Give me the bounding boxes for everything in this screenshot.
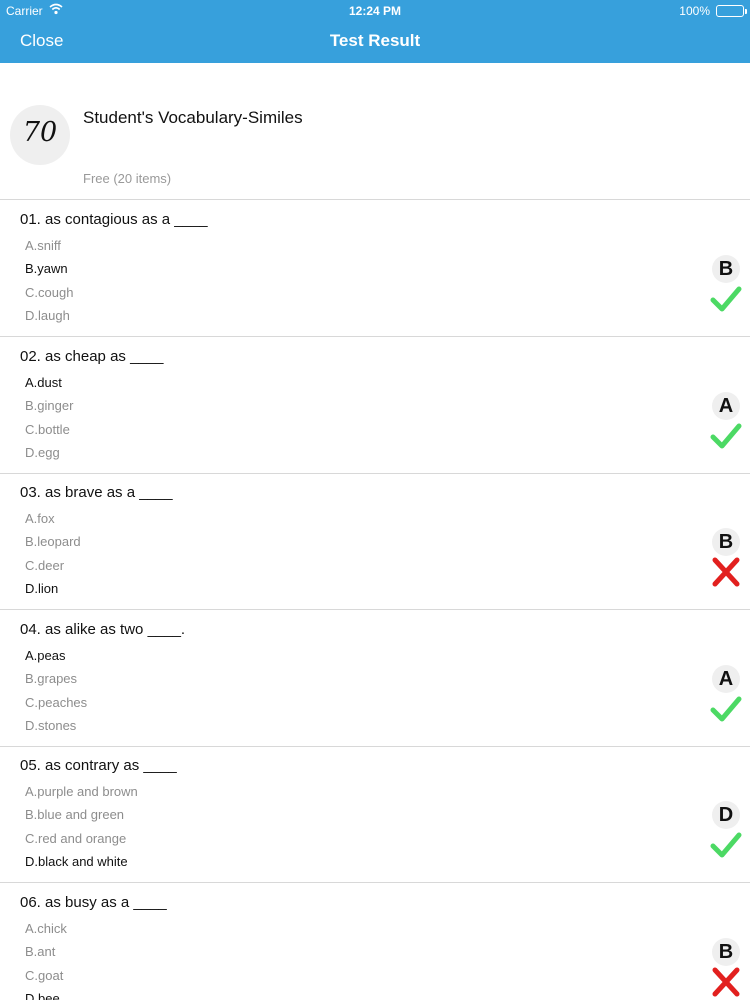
option-d: D.egg: [25, 445, 60, 460]
status-bar: Carrier 12:24 PM 100%: [0, 0, 750, 22]
option-a: A.fox: [25, 511, 55, 526]
test-title: Student's Vocabulary-Similes: [83, 108, 303, 127]
cross-icon: [710, 967, 742, 997]
question-text: 06. as busy as a ____: [20, 894, 167, 911]
question-text: 01. as contagious as a ____: [20, 211, 208, 228]
option-c: C.deer: [25, 558, 65, 573]
page-title: Test Result: [329, 31, 421, 50]
score-value: 70: [22, 117, 58, 148]
checkmark-icon: [710, 694, 742, 724]
option-c: C.cough: [25, 285, 74, 300]
option-b: B.ant: [25, 944, 56, 959]
checkmark-icon: [710, 421, 742, 451]
question-item: 03. as brave as a ____ A.fox B.leopard C…: [0, 473, 750, 610]
correct-answer-badge: D: [712, 801, 740, 829]
option-c: C.peaches: [25, 695, 88, 710]
question-item: 01. as contagious as a ____ A.sniff B.ya…: [0, 200, 750, 337]
correct-answer-badge: A: [712, 392, 740, 420]
question-text: 02. as cheap as ____: [20, 348, 164, 365]
cross-icon: [710, 557, 742, 587]
option-d: D.black and white: [25, 854, 128, 869]
battery-icon: [716, 5, 747, 17]
option-c: C.red and orange: [25, 831, 127, 846]
battery-percent: 100%: [679, 4, 710, 18]
question-item: 04. as alike as two ____. A.peas B.grape…: [0, 610, 750, 747]
option-b: B.blue and green: [25, 807, 125, 822]
question-item: 02. as cheap as ____ A.dust B.ginger C.b…: [0, 337, 750, 474]
question-text: 05. as contrary as ____: [20, 757, 177, 774]
question-text: 03. as brave as a ____: [20, 484, 173, 501]
option-d: D.laugh: [25, 308, 70, 323]
score-badge: 70: [10, 105, 70, 165]
question-item: 05. as contrary as ____ A.purple and bro…: [0, 746, 750, 883]
option-b: B.ginger: [25, 398, 74, 413]
checkmark-icon: [710, 284, 742, 314]
option-b: B.yawn: [25, 261, 68, 276]
checkmark-icon: [710, 830, 742, 860]
test-meta: Free (20 items): [83, 171, 172, 186]
correct-answer-badge: B: [712, 255, 740, 283]
correct-answer-badge: B: [712, 528, 740, 556]
option-b: B.grapes: [25, 671, 78, 686]
navigation-bar: Carrier 12:24 PM 100% Close Test Result: [0, 0, 750, 63]
option-b: B.leopard: [25, 534, 81, 549]
option-d: D.bee: [25, 991, 60, 1000]
option-a: A.chick: [25, 921, 67, 936]
correct-answer-badge: B: [712, 938, 740, 966]
option-a: A.peas: [25, 648, 66, 663]
question-item: 06. as busy as a ____ A.chick B.ant C.go…: [0, 883, 750, 1000]
option-a: A.sniff: [25, 238, 61, 253]
option-c: C.bottle: [25, 422, 70, 437]
test-header: 70 Student's Vocabulary-Similes Free (20…: [0, 63, 750, 200]
correct-answer-badge: A: [712, 665, 740, 693]
option-c: C.goat: [25, 968, 64, 983]
option-d: D.lion: [25, 581, 59, 596]
clock: 12:24 PM: [348, 4, 402, 18]
option-a: A.dust: [25, 375, 62, 390]
question-text: 04. as alike as two ____.: [20, 621, 186, 638]
option-a: A.purple and brown: [25, 784, 138, 799]
option-d: D.stones: [25, 718, 77, 733]
